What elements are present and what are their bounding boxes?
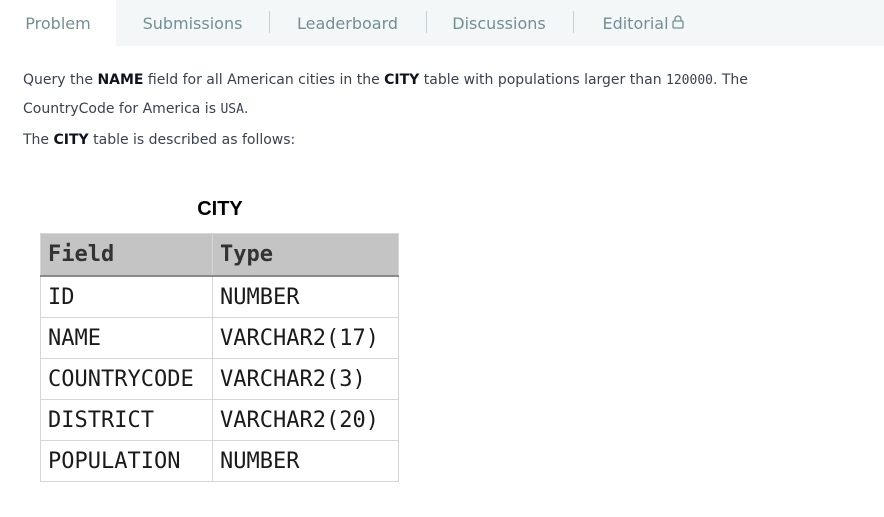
- tab-discussions[interactable]: Discussions: [440, 0, 558, 46]
- field-cell: ID: [40, 275, 213, 318]
- tab-discussions-label: Discussions: [452, 13, 546, 33]
- code-country: USA: [220, 102, 244, 117]
- lock-icon: [671, 14, 684, 33]
- table-row: COUNTRYCODE VARCHAR2(3): [40, 358, 399, 400]
- column-header-type: Type: [212, 233, 399, 277]
- field-cell: NAME: [40, 317, 213, 359]
- tab-problem-label: Problem: [25, 13, 91, 33]
- bold-table-name: CITY: [384, 72, 420, 88]
- tab-editorial[interactable]: Editorial: [590, 0, 696, 46]
- type-cell: VARCHAR2(3): [212, 358, 399, 400]
- tab-problem[interactable]: Problem: [0, 0, 116, 46]
- tab-leaderboard-label: Leaderboard: [296, 13, 399, 33]
- text: table with populations larger than: [419, 72, 667, 88]
- table-header-row: Field Type: [40, 233, 399, 277]
- type-cell: VARCHAR2(20): [212, 399, 399, 441]
- tab-divider: [426, 11, 427, 33]
- field-cell: DISTRICT: [40, 399, 213, 441]
- tab-divider: [269, 11, 270, 33]
- bold-table-name: CITY: [53, 132, 89, 148]
- city-schema-table: Field Type ID NUMBER NAME VARCHAR2(17) C…: [40, 233, 399, 482]
- tab-editorial-label: Editorial: [602, 13, 669, 33]
- type-cell: NUMBER: [212, 275, 399, 318]
- table-row: NAME VARCHAR2(17): [40, 317, 399, 359]
- text: Query the: [23, 72, 98, 88]
- table-caption: CITY: [197, 198, 243, 220]
- problem-statement: Query the NAME field for all American ci…: [0, 46, 884, 517]
- column-header-field: Field: [40, 233, 213, 277]
- tab-leaderboard[interactable]: Leaderboard: [285, 0, 410, 46]
- tab-submissions[interactable]: Submissions: [130, 0, 255, 46]
- code-population: 120000: [666, 73, 713, 88]
- text: field for all American cities in the: [143, 72, 385, 88]
- table-row: ID NUMBER: [40, 275, 399, 318]
- statement-paragraph-2: The CITY table is described as follows:: [23, 126, 823, 154]
- type-cell: NUMBER: [212, 440, 399, 482]
- type-cell: VARCHAR2(17): [212, 317, 399, 359]
- text: table is described as follows:: [88, 132, 296, 148]
- statement-paragraph-1: Query the NAME field for all American ci…: [23, 66, 823, 124]
- table-row: DISTRICT VARCHAR2(20): [40, 399, 399, 441]
- text: The: [23, 132, 54, 148]
- bold-field-name: NAME: [97, 72, 144, 88]
- field-cell: POPULATION: [40, 440, 213, 482]
- text: .: [243, 101, 249, 117]
- tab-submissions-label: Submissions: [142, 13, 243, 33]
- field-cell: COUNTRYCODE: [40, 358, 213, 400]
- tab-bar: Problem Submissions Leaderboard Discussi…: [0, 0, 884, 46]
- tab-divider: [573, 11, 574, 33]
- table-row: POPULATION NUMBER: [40, 440, 399, 482]
